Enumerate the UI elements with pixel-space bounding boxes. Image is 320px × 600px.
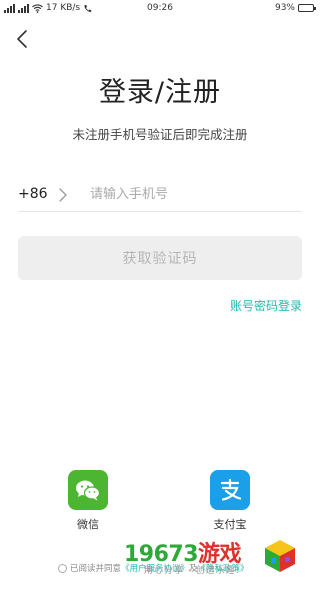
watermark: 19673游戏 用心分享 · 创造乐趣! — [124, 536, 304, 580]
country-code-selector[interactable]: +86 — [18, 186, 48, 202]
alipay-icon[interactable] — [210, 470, 250, 510]
battery-icon — [298, 4, 316, 12]
chevron-right-icon[interactable] — [58, 187, 68, 203]
phone-row: +86 — [18, 178, 302, 212]
alipay-login-button[interactable]: 支付宝 — [200, 470, 260, 532]
status-right: 93% — [274, 3, 316, 13]
phone-input[interactable] — [90, 180, 290, 208]
wechat-login-button[interactable]: 微信 — [58, 470, 118, 532]
alipay-label: 支付宝 — [213, 518, 247, 531]
watermark-slogan: 用心分享 · 创造乐趣! — [144, 566, 241, 576]
status-time: 09:26 — [147, 3, 173, 13]
back-icon[interactable] — [12, 28, 34, 50]
page-subtitle: 未注册手机号验证后即完成注册 — [72, 127, 248, 142]
status-bar: 17 KB/s 09:26 93% — [0, 0, 320, 18]
radio-icon[interactable] — [58, 563, 67, 573]
battery-percent: 93% — [274, 3, 295, 13]
wechat-label: 微信 — [77, 518, 99, 531]
password-login-link[interactable]: 账号密码登录 — [230, 297, 302, 314]
agreement-prefix: 已阅读并同意 — [70, 564, 122, 574]
get-code-button[interactable]: 获取验证码 — [18, 236, 302, 280]
page-title: 登录/注册 — [98, 77, 222, 108]
wechat-icon[interactable] — [68, 470, 108, 510]
cube-logo-icon — [265, 540, 295, 572]
